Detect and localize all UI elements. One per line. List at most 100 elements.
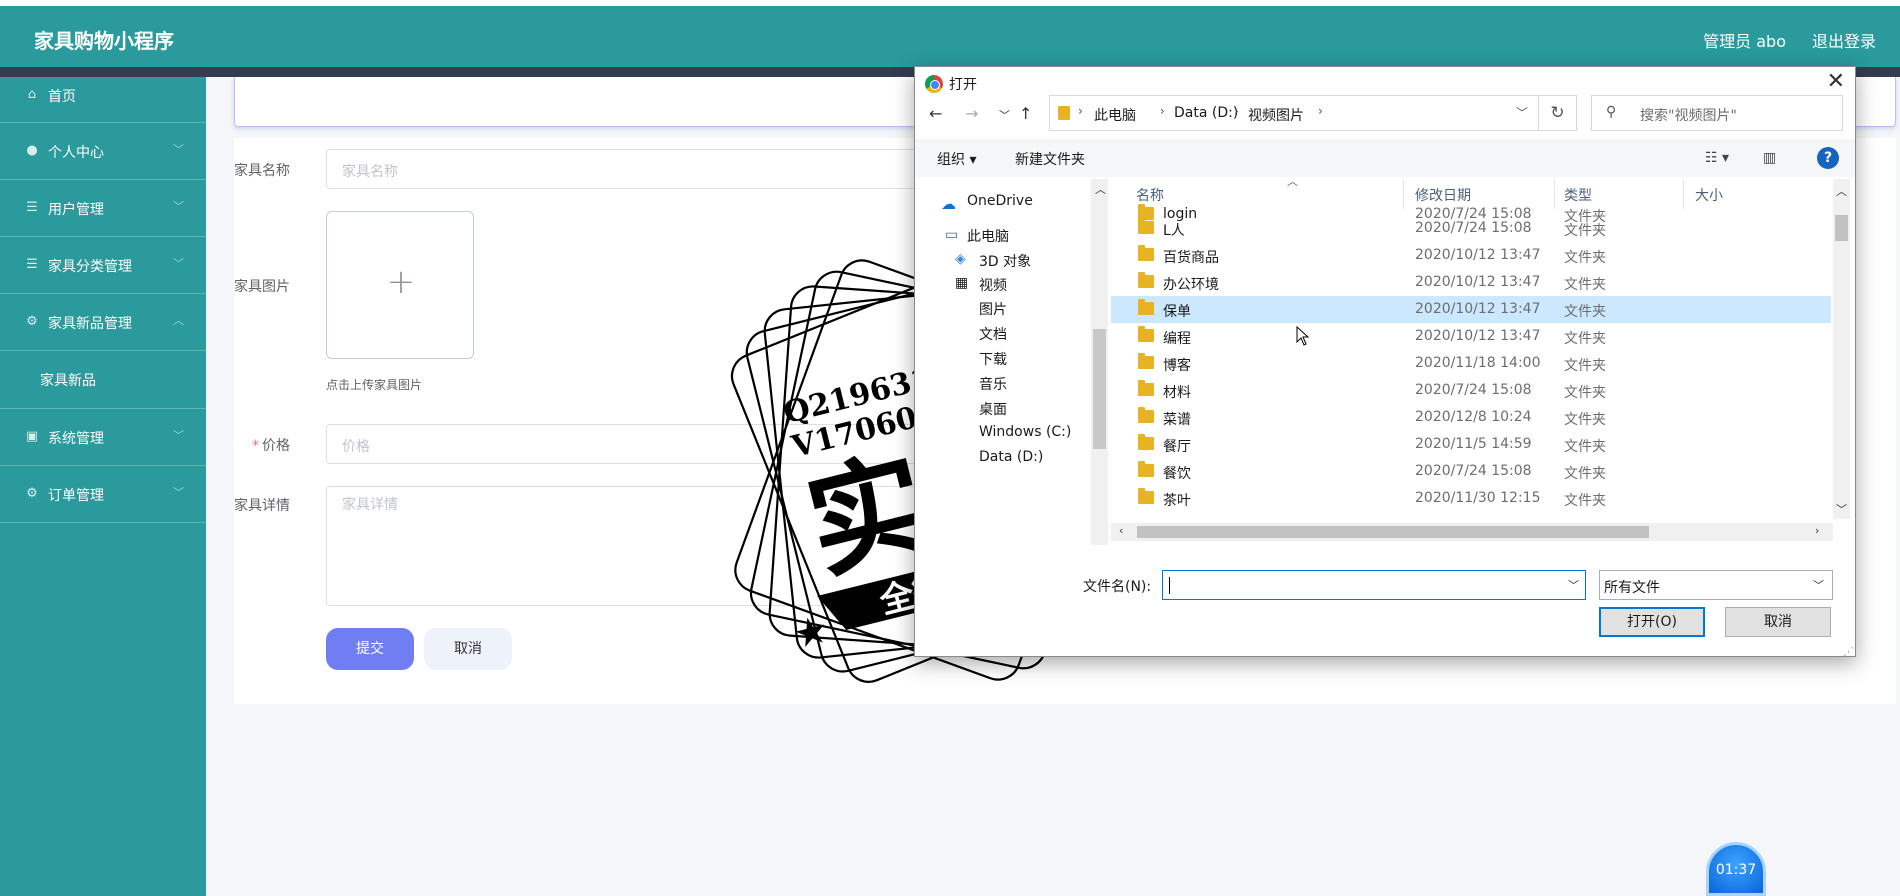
close-icon[interactable]: ✕ xyxy=(1827,69,1845,94)
new-folder-button[interactable]: 新建文件夹 xyxy=(1015,149,1085,169)
sidebar-item-personal[interactable]: ● 个人中心 ﹀ xyxy=(0,123,206,180)
nav-scrollbar[interactable]: ︿ xyxy=(1091,179,1108,545)
computer-icon: ▭ xyxy=(945,227,959,243)
sidebar-item-home[interactable]: ⌂ 首页 xyxy=(0,77,206,123)
organize-menu[interactable]: 组织 ▾ xyxy=(937,149,976,169)
chevron-right-icon: › xyxy=(1160,104,1165,118)
plus-icon: + xyxy=(386,262,416,302)
nav-item[interactable]: 视频 xyxy=(979,275,1007,295)
chevron-down-icon: ﹀ xyxy=(173,200,184,213)
chevron-right-icon: › xyxy=(1078,104,1083,118)
breadcrumb-item[interactable]: Data (D:) xyxy=(1174,105,1238,121)
file-name: 茶叶 xyxy=(1163,493,1191,509)
file-date: 2020/10/12 13:47 xyxy=(1415,301,1541,317)
search-icon: ⚲ xyxy=(1606,104,1617,120)
forward-arrow-icon[interactable]: → xyxy=(965,104,978,123)
scroll-left-icon[interactable]: ‹ xyxy=(1119,524,1123,537)
sidebar-item-orders[interactable]: ⚙ 订单管理 ﹀ xyxy=(0,466,206,523)
chevron-down-icon[interactable]: ﹀ xyxy=(1516,104,1528,121)
file-type: 文件夹 xyxy=(1564,223,1606,239)
nav-item[interactable]: 音乐 xyxy=(979,374,1007,394)
search-input[interactable]: ⚲ 搜索"视频图片" xyxy=(1591,95,1843,131)
file-row[interactable]: 材料 2020/7/24 15:08 文件夹 xyxy=(1111,377,1831,404)
scrollbar-thumb[interactable] xyxy=(1835,215,1848,241)
chevron-down-icon: ﹀ xyxy=(173,486,184,499)
file-list-scrollbar[interactable]: ︿ ﹀ xyxy=(1833,179,1850,519)
nav-item[interactable]: 图片 xyxy=(979,299,1007,319)
scroll-down-icon[interactable]: ﹀ xyxy=(1836,501,1847,517)
horizontal-scrollbar[interactable]: ‹ › xyxy=(1111,523,1833,541)
file-type: 文件夹 xyxy=(1564,358,1606,374)
preview-pane-icon[interactable]: ▥ xyxy=(1763,150,1776,166)
file-row[interactable]: 餐厅 2020/11/5 14:59 文件夹 xyxy=(1111,431,1831,458)
scroll-right-icon[interactable]: › xyxy=(1815,524,1819,537)
nav-item[interactable]: 桌面 xyxy=(979,399,1007,419)
sidebar-item-categories[interactable]: ☰ 家具分类管理 ﹀ xyxy=(0,237,206,294)
file-row[interactable]: L人 2020/7/24 15:08 文件夹 xyxy=(1111,215,1831,242)
chevron-down-icon[interactable]: ﹀ xyxy=(1568,577,1579,593)
scroll-up-icon[interactable]: ︿ xyxy=(1836,183,1847,199)
file-row[interactable]: 菜谱 2020/12/8 10:24 文件夹 xyxy=(1111,404,1831,431)
sidebar-item-system[interactable]: ▣ 系统管理 ﹀ xyxy=(0,409,206,466)
scrollbar-thumb[interactable] xyxy=(1093,329,1106,449)
up-arrow-icon[interactable]: ↑ xyxy=(1019,104,1032,123)
file-row[interactable]: 餐饮 2020/7/24 15:08 文件夹 xyxy=(1111,458,1831,485)
nav-item[interactable]: 下载 xyxy=(979,349,1007,369)
folder-icon xyxy=(1138,461,1154,477)
back-arrow-icon[interactable]: ← xyxy=(929,104,942,123)
required-mark: * xyxy=(252,438,259,454)
nav-item[interactable]: 此电脑 xyxy=(967,226,1009,246)
sort-up-icon: ︿ xyxy=(1287,179,1298,188)
file-name: 餐厅 xyxy=(1163,439,1191,455)
nav-item[interactable]: OneDrive xyxy=(967,193,1033,209)
file-name: 编程 xyxy=(1163,331,1191,347)
detail-label: 家具详情 xyxy=(234,498,290,514)
dialog-cancel-button[interactable]: 取消 xyxy=(1725,607,1831,637)
open-button[interactable]: 打开(O) xyxy=(1599,607,1705,637)
breadcrumb-item[interactable]: 视频图片 xyxy=(1248,105,1304,125)
file-row[interactable]: 百货商品 2020/10/12 13:47 文件夹 xyxy=(1111,242,1831,269)
scroll-up-icon[interactable]: ︿ xyxy=(1095,181,1106,197)
person-icon: ● xyxy=(26,143,38,158)
sidebar-item-users[interactable]: ☰ 用户管理 ﹀ xyxy=(0,180,206,237)
file-type-value: 所有文件 xyxy=(1604,580,1660,596)
file-date: 2020/11/30 12:15 xyxy=(1415,490,1541,506)
nav-item[interactable]: 文档 xyxy=(979,324,1007,344)
nav-item[interactable]: Windows (C:) xyxy=(979,424,1071,440)
file-type-select[interactable]: 所有文件 ﹀ xyxy=(1599,570,1833,600)
help-icon[interactable]: ? xyxy=(1817,147,1839,169)
file-row-selected[interactable]: 保单 2020/10/12 13:47 文件夹 xyxy=(1111,296,1831,323)
file-row[interactable]: 茶叶 2020/11/30 12:15 文件夹 xyxy=(1111,485,1831,512)
chevron-right-icon: › xyxy=(1234,104,1239,118)
submit-button[interactable]: 提交 xyxy=(326,628,414,670)
file-type: 文件夹 xyxy=(1564,466,1606,482)
admin-user-label: 管理员 abo xyxy=(1703,32,1786,51)
cancel-button[interactable]: 取消 xyxy=(424,628,512,670)
file-name: 办公环境 xyxy=(1163,277,1219,293)
nav-item[interactable]: Data (D:) xyxy=(979,449,1043,465)
filename-input[interactable]: ﹀ xyxy=(1162,570,1586,600)
file-row[interactable]: 编程 2020/10/12 13:47 文件夹 xyxy=(1111,323,1831,350)
logout-link[interactable]: 退出登录 xyxy=(1812,28,1876,52)
folder-icon xyxy=(1138,380,1154,396)
image-upload[interactable]: + xyxy=(326,211,474,359)
scrollbar-thumb[interactable] xyxy=(1137,526,1649,538)
resize-grip-icon[interactable]: ⋰ xyxy=(1843,645,1854,658)
sidebar-subitem-new-products[interactable]: 家具新品 xyxy=(0,351,206,409)
archive-icon: ▣ xyxy=(25,429,39,444)
sidebar-item-new-products[interactable]: ⚙ 家具新品管理 ︿ xyxy=(0,294,206,351)
list-icon: ☰ xyxy=(26,200,38,215)
refresh-icon[interactable]: ↻ xyxy=(1539,95,1577,131)
file-date: 2020/10/12 13:47 xyxy=(1415,247,1541,263)
address-bar[interactable]: › 此电脑 › Data (D:) › 视频图片 › ﹀ xyxy=(1049,95,1539,131)
file-row[interactable]: 博客 2020/11/18 14:00 文件夹 xyxy=(1111,350,1831,377)
chevron-down-icon: ﹀ xyxy=(173,143,184,156)
list-icon: ☰ xyxy=(26,257,38,272)
image-upload-hint: 点击上传家具图片 xyxy=(326,378,423,392)
breadcrumb-item[interactable]: 此电脑 xyxy=(1094,105,1136,125)
file-type: 文件夹 xyxy=(1564,493,1606,509)
view-options-icon[interactable]: ☷ ▾ xyxy=(1705,150,1729,166)
recent-dropdown-icon[interactable]: ﹀ xyxy=(999,107,1010,123)
nav-item[interactable]: 3D 对象 xyxy=(979,251,1031,271)
file-row[interactable]: 办公环境 2020/10/12 13:47 文件夹 xyxy=(1111,269,1831,296)
